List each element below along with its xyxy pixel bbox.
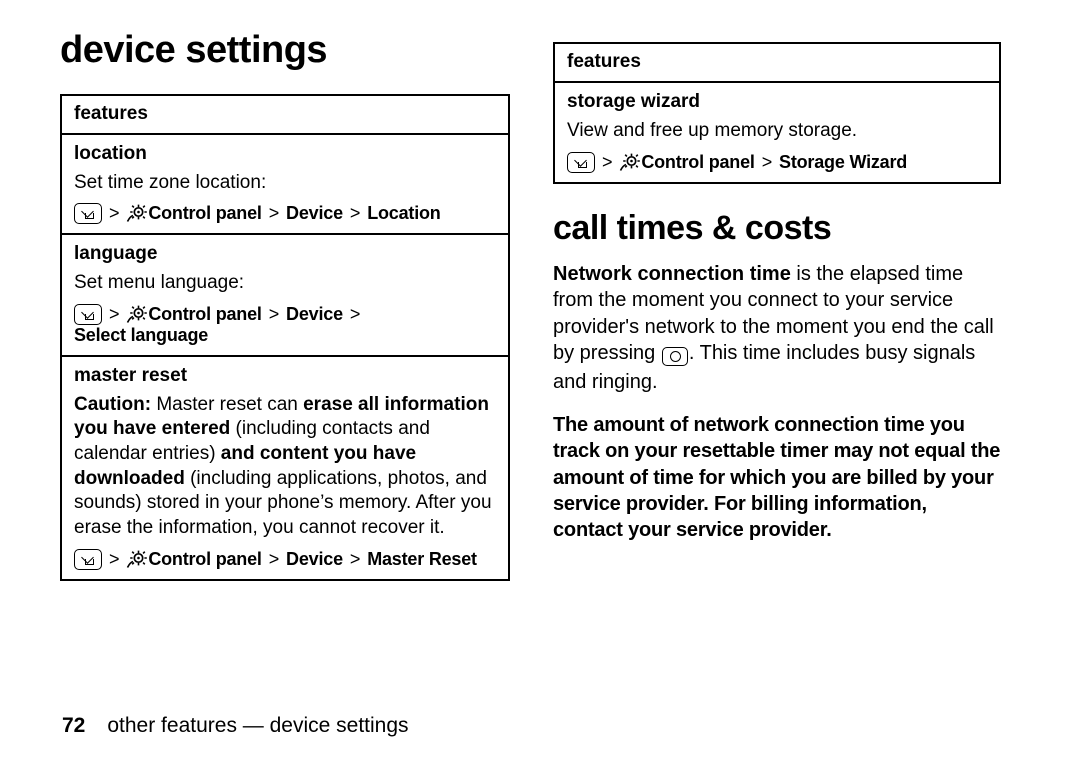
menu-path-master-reset: > Control panel > Device > Master Reset: [74, 548, 496, 570]
path-item: Control panel: [148, 548, 262, 569]
entry-desc-master-reset: Caution: Master reset can erase all info…: [74, 393, 496, 541]
path-separator: >: [109, 548, 120, 569]
home-key-icon: [74, 548, 102, 570]
entry-title-language: language: [74, 243, 158, 265]
menu-path-location: > Control panel > Device > Location: [74, 203, 496, 225]
entry-desc-storage-wizard: View and free up memory storage.: [567, 119, 858, 141]
page-title: device settings: [60, 29, 328, 71]
path-item: Storage Wizard: [779, 151, 908, 172]
manual-page: device settings features location Set ti…: [0, 0, 1080, 766]
home-key-icon: [567, 151, 595, 173]
end-call-key-icon: [661, 343, 688, 369]
path-separator: >: [349, 203, 361, 224]
page-number: 72: [62, 714, 86, 737]
path-separator: >: [349, 303, 361, 324]
menu-path-storage-wizard: > Control panel > Storage Wizard: [567, 151, 987, 173]
page-footer: 72 other features — device settings: [62, 714, 409, 738]
section-title-call-times: call times & costs: [553, 208, 832, 247]
paragraph-billing-notice: The amount of network connection time yo…: [553, 413, 1001, 542]
entry-title-storage-wizard: storage wizard: [567, 91, 701, 112]
path-separator: >: [602, 151, 613, 172]
path-separator: >: [268, 548, 280, 569]
entry-title-master-reset: master reset: [74, 364, 188, 386]
path-item: Device: [286, 303, 343, 324]
paragraph-lead-in: Network connection time: [553, 262, 791, 285]
features-table-right: features storage wizard View and free up…: [553, 42, 1001, 184]
path-item: Control panel: [641, 151, 755, 172]
path-item: Control panel: [148, 303, 262, 324]
footer-text: other features — device settings: [107, 714, 409, 737]
entry-desc-location: Set time zone location:: [74, 171, 267, 193]
caution-text-1: Master reset can: [151, 393, 304, 415]
table-row: master reset Caution: Master reset can e…: [62, 357, 508, 579]
control-panel-icon: [126, 304, 148, 325]
menu-path-language: > Control panel > Device > Select langua…: [74, 303, 496, 346]
path-item: Master Reset: [367, 548, 477, 569]
caution-label: Caution:: [74, 393, 152, 415]
features-header-right: features: [555, 44, 999, 83]
path-item: Device: [286, 548, 343, 569]
path-separator: >: [349, 548, 361, 569]
table-row: language Set menu language: > Control pa…: [62, 235, 508, 357]
table-row: location Set time zone location: > Contr…: [62, 135, 508, 236]
path-separator: >: [268, 303, 280, 324]
control-panel-icon: [126, 549, 148, 570]
table-row: storage wizard View and free up memory s…: [555, 83, 999, 182]
path-separator: >: [109, 303, 120, 324]
path-item: Device: [286, 203, 343, 224]
paragraph-network-connection-time: Network connection time is the elapsed t…: [553, 261, 1001, 396]
home-key-icon: [74, 303, 102, 325]
path-separator: >: [109, 203, 120, 224]
path-separator: >: [268, 203, 280, 224]
entry-title-location: location: [74, 142, 147, 164]
left-column: device settings features location Set ti…: [60, 29, 510, 581]
features-table-left: features location Set time zone location…: [60, 93, 510, 581]
control-panel-icon: [619, 152, 641, 173]
path-item: Select language: [74, 324, 209, 345]
path-item: Location: [367, 203, 441, 224]
home-key-icon: [74, 203, 102, 225]
control-panel-icon: [126, 203, 148, 224]
entry-desc-language: Set menu language:: [74, 272, 245, 294]
right-column: features storage wizard View and free up…: [553, 42, 1001, 560]
path-item: Control panel: [148, 203, 262, 224]
features-header-left: features: [62, 96, 508, 135]
path-separator: >: [761, 151, 773, 172]
